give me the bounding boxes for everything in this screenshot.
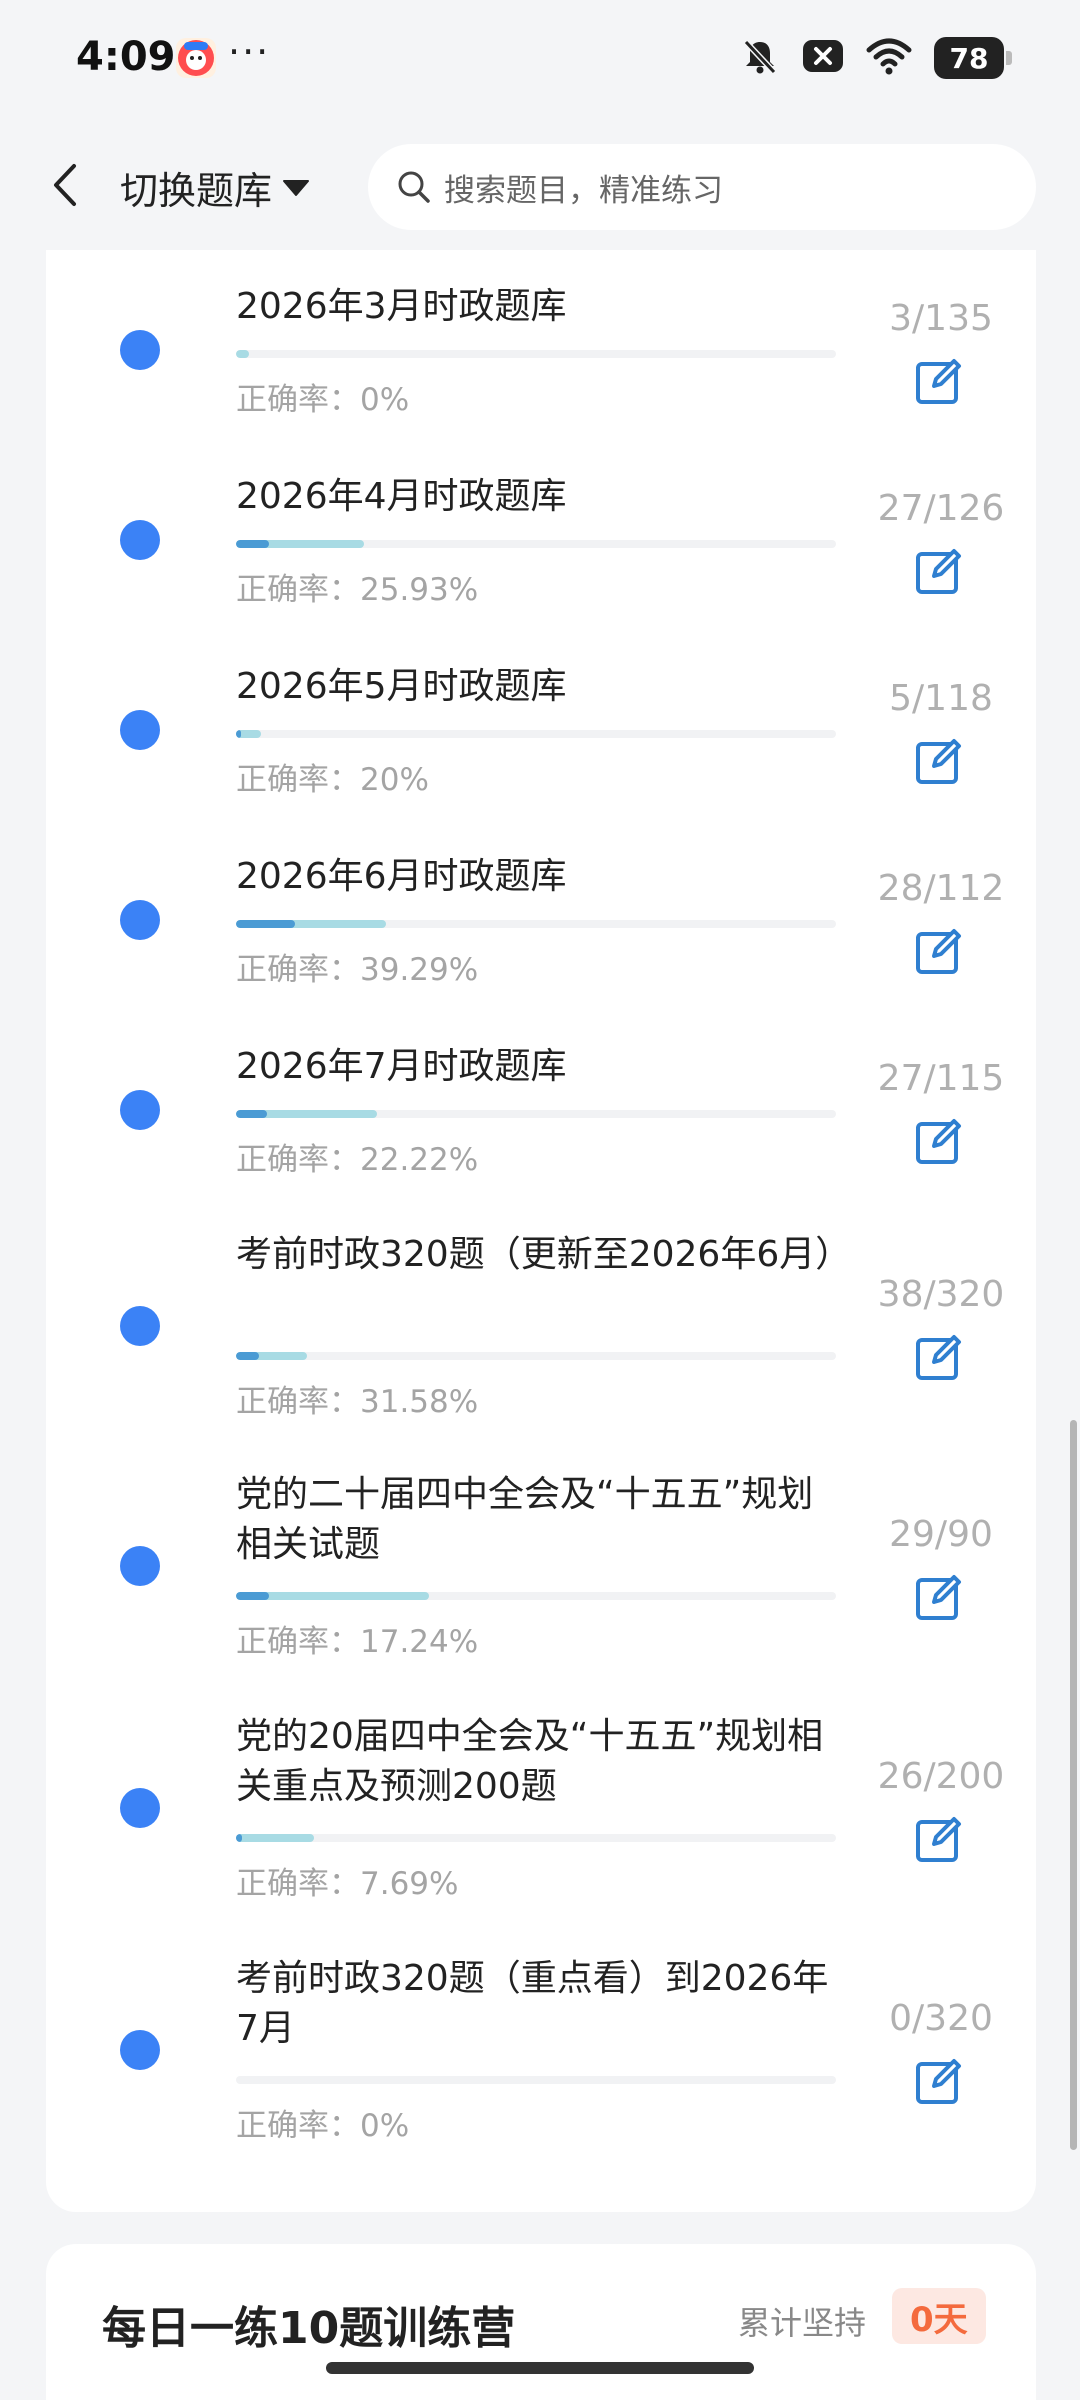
chevron-left-icon <box>54 164 76 206</box>
list-item[interactable]: 2026年7月时政题库 正确率：22.22% 27/115 <box>46 1010 1036 1200</box>
search-icon <box>398 171 430 203</box>
more-notifications-icon: ··· <box>228 30 271 74</box>
status-icons: 78 <box>740 36 1012 80</box>
item-accuracy: 正确率：0% <box>236 2108 410 2144</box>
item-accuracy: 正确率：7.69% <box>236 1866 459 1902</box>
switch-bank-dropdown[interactable]: 切换题库 <box>120 160 310 215</box>
edit-icon[interactable] <box>912 734 966 788</box>
list-item[interactable]: 党的二十届四中全会及“十五五”规划相关试题 正确率：17.24% 29/90 <box>46 1440 1036 1682</box>
item-accuracy: 正确率：39.29% <box>236 952 479 988</box>
item-accuracy: 正确率：20% <box>236 762 429 798</box>
status-dot <box>120 1090 160 1130</box>
item-count: 26/200 <box>877 1756 1005 1797</box>
caret-down-icon <box>283 179 310 196</box>
home-indicator[interactable] <box>326 2362 754 2374</box>
item-accuracy: 正确率：25.93% <box>236 572 479 608</box>
edit-icon[interactable] <box>912 1114 966 1168</box>
item-count: 28/112 <box>877 868 1005 909</box>
status-dot <box>120 330 160 370</box>
item-count: 27/126 <box>877 488 1005 529</box>
list-item[interactable]: 考前时政320题（重点看）到2026年7月 正确率：0% 0/320 <box>46 1924 1036 2166</box>
search-placeholder: 搜索题目，精准练习 <box>444 172 723 209</box>
wifi-icon <box>866 36 912 80</box>
item-accuracy: 正确率：17.24% <box>236 1624 479 1660</box>
app-notification-icon <box>176 38 216 78</box>
status-dot <box>120 1306 160 1346</box>
daily-training-card[interactable]: 每日一练10题训练营 累计坚持 0天 <box>46 2244 1036 2400</box>
progress-bar <box>236 1110 836 1118</box>
item-title: 2026年4月时政题库 <box>236 476 567 517</box>
back-button[interactable] <box>40 158 90 212</box>
progress-bar <box>236 2076 836 2084</box>
item-title: 2026年6月时政题库 <box>236 856 567 897</box>
battery-icon: 78 <box>934 37 1012 79</box>
item-title: 2026年5月时政题库 <box>236 666 567 707</box>
status-dot <box>120 1788 160 1828</box>
edit-icon[interactable] <box>912 1812 966 1866</box>
item-accuracy: 正确率：31.58% <box>236 1384 479 1420</box>
list-item[interactable]: 考前时政320题（更新至2026年6月） 正确率：31.58% 38/320 <box>46 1200 1036 1440</box>
edit-icon[interactable] <box>912 354 966 408</box>
item-count: 38/320 <box>877 1274 1005 1315</box>
progress-bar <box>236 920 836 928</box>
item-title: 考前时政320题（重点看）到2026年7月 <box>236 1958 829 2049</box>
item-title: 党的二十届四中全会及“十五五”规划相关试题 <box>236 1474 814 1565</box>
status-dot <box>120 2030 160 2070</box>
edit-icon[interactable] <box>912 1330 966 1384</box>
item-count: 5/118 <box>889 678 993 719</box>
search-input[interactable]: 搜索题目，精准练习 <box>368 144 1036 230</box>
progress-bar <box>236 1592 836 1600</box>
progress-bar <box>236 1352 836 1360</box>
days-badge: 0天 <box>892 2288 986 2344</box>
list-item[interactable]: 2026年6月时政题库 正确率：39.29% 28/112 <box>46 820 1036 1010</box>
daily-training-title: 每日一练10题训练营 <box>102 2303 516 2354</box>
item-count: 27/115 <box>877 1058 1005 1099</box>
edit-icon[interactable] <box>912 544 966 598</box>
persist-label: 累计坚持 <box>738 2304 867 2342</box>
item-title: 2026年7月时政题库 <box>236 1046 567 1087</box>
edit-icon[interactable] <box>912 2054 966 2108</box>
status-dot <box>120 1546 160 1586</box>
close-box-icon <box>802 36 844 80</box>
question-bank-list: 2026年3月时政题库 正确率：0% 3/135 2026年4月时政题库 正确率… <box>46 250 1036 2212</box>
list-item[interactable]: 2026年3月时政题库 正确率：0% 3/135 <box>46 250 1036 440</box>
list-item[interactable]: 党的20届四中全会及“十五五”规划相关重点及预测200题 正确率：7.69% 2… <box>46 1682 1036 1924</box>
list-item[interactable]: 2026年5月时政题库 正确率：20% 5/118 <box>46 630 1036 820</box>
progress-bar <box>236 1834 836 1842</box>
progress-bar <box>236 350 836 358</box>
edit-icon[interactable] <box>912 924 966 978</box>
edit-icon[interactable] <box>912 1570 966 1624</box>
status-time: 4:09 <box>76 34 176 80</box>
switch-bank-label: 切换题库 <box>120 169 273 213</box>
item-accuracy: 正确率：22.22% <box>236 1142 479 1178</box>
item-title: 2026年3月时政题库 <box>236 286 567 327</box>
header: 切换题库 搜索题目，精准练习 <box>0 120 1080 250</box>
progress-bar <box>236 730 836 738</box>
item-count: 29/90 <box>889 1514 993 1555</box>
scrollbar[interactable] <box>1070 1420 1077 2150</box>
item-accuracy: 正确率：0% <box>236 382 410 418</box>
status-bar: 4:09 ··· 78 <box>0 0 1080 120</box>
progress-bar <box>236 540 836 548</box>
list-item[interactable]: 2026年4月时政题库 正确率：25.93% 27/126 <box>46 440 1036 630</box>
item-title: 党的20届四中全会及“十五五”规划相关重点及预测200题 <box>236 1716 824 1807</box>
bell-off-icon <box>740 36 780 80</box>
item-count: 0/320 <box>889 1998 993 2039</box>
status-dot <box>120 710 160 750</box>
item-count: 3/135 <box>889 298 993 339</box>
item-title: 考前时政320题（更新至2026年6月） <box>236 1234 852 1275</box>
status-dot <box>120 900 160 940</box>
status-dot <box>120 520 160 560</box>
